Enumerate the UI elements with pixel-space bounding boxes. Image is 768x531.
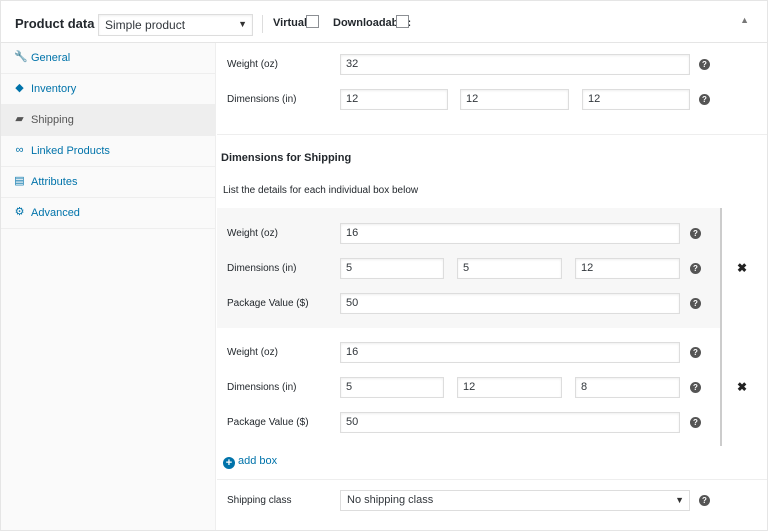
box-value-label: Package Value ($): [227, 417, 309, 428]
help-icon[interactable]: ?: [690, 417, 701, 428]
help-icon[interactable]: ?: [699, 495, 710, 506]
box-weight-input[interactable]: 16: [340, 223, 680, 244]
product-data-title: Product data —: [15, 16, 112, 31]
wrench-icon: 🔧: [14, 51, 28, 63]
tab-advanced[interactable]: ⚙ Advanced: [1, 198, 216, 229]
plus-circle-icon: +: [223, 457, 235, 469]
chevron-down-icon: ▼: [238, 19, 247, 29]
tab-inventory[interactable]: ◆ Inventory: [1, 74, 216, 105]
box-dimensions-label: Dimensions (in): [227, 382, 297, 393]
product-data-header: Product data — Simple product ▼ Virtual:…: [1, 1, 767, 43]
section-divider: [217, 479, 767, 480]
boxes-section-title: Dimensions for Shipping: [221, 152, 352, 164]
downloadable-checkbox[interactable]: [396, 15, 409, 28]
add-box-label: add box: [238, 455, 278, 467]
box-value-label: Package Value ($): [227, 298, 309, 309]
tab-linked-products[interactable]: ∞ Linked Products: [1, 136, 216, 167]
box-weight-label: Weight (oz): [227, 228, 278, 239]
link-icon: ∞: [15, 144, 24, 156]
tab-label: Attributes: [31, 176, 78, 188]
tab-label: Inventory: [31, 83, 77, 95]
weight-label: Weight (oz): [227, 59, 278, 70]
tag-icon: ◆: [15, 82, 24, 94]
box-width-input[interactable]: 12: [457, 377, 562, 398]
help-icon[interactable]: ?: [699, 94, 710, 105]
box-weight-input[interactable]: 16: [340, 342, 680, 363]
shipping-box: Weight (oz) 16 ? Dimensions (in) 5 12 8 …: [217, 328, 722, 446]
section-divider: [217, 134, 767, 135]
box-value-input[interactable]: 50: [340, 293, 680, 314]
length-input[interactable]: 12: [340, 89, 448, 110]
add-box-button[interactable]: + add box: [223, 455, 277, 469]
shipping-panel: Weight (oz) 32 ? Dimensions (in) 12 12 1…: [217, 43, 767, 530]
width-input[interactable]: 12: [460, 89, 569, 110]
help-icon[interactable]: ?: [690, 347, 701, 358]
shipping-class-value: No shipping class: [347, 494, 434, 506]
remove-box-icon[interactable]: ✖: [737, 261, 747, 275]
product-data-panel: Product data — Simple product ▼ Virtual:…: [0, 0, 768, 531]
product-type-value: Simple product: [105, 18, 186, 32]
virtual-checkbox[interactable]: [306, 15, 319, 28]
triangle-up-icon[interactable]: ▲: [740, 15, 749, 25]
tab-shipping[interactable]: ▰ Shipping: [1, 105, 216, 136]
box-width-input[interactable]: 5: [457, 258, 562, 279]
dimensions-label: Dimensions (in): [227, 94, 297, 105]
box-weight-label: Weight (oz): [227, 347, 278, 358]
gear-icon: ⚙: [14, 206, 25, 218]
tab-label: Linked Products: [31, 145, 110, 157]
tab-attributes[interactable]: ▤ Attributes: [1, 167, 216, 198]
shipping-class-label: Shipping class: [227, 495, 292, 506]
chevron-down-icon: ▼: [675, 495, 684, 505]
weight-input[interactable]: 32: [340, 54, 690, 75]
shipping-class-select[interactable]: No shipping class ▼: [340, 490, 690, 511]
box-length-input[interactable]: 5: [340, 377, 444, 398]
boxes-section-description: List the details for each individual box…: [223, 185, 419, 196]
header-divider: [262, 15, 263, 33]
height-input[interactable]: 12: [582, 89, 690, 110]
box-height-input[interactable]: 8: [575, 377, 680, 398]
box-dimensions-label: Dimensions (in): [227, 263, 297, 274]
help-icon[interactable]: ?: [690, 298, 701, 309]
help-icon[interactable]: ?: [690, 263, 701, 274]
help-icon[interactable]: ?: [690, 382, 701, 393]
help-icon[interactable]: ?: [699, 59, 710, 70]
box-height-input[interactable]: 12: [575, 258, 680, 279]
product-data-tabs: 🔧 General ◆ Inventory ▰ Shipping ∞ Linke…: [1, 43, 216, 530]
box-value-input[interactable]: 50: [340, 412, 680, 433]
truck-icon: ▰: [15, 113, 24, 125]
tab-label: Advanced: [31, 207, 80, 219]
tab-label: Shipping: [31, 114, 74, 126]
product-type-select[interactable]: Simple product ▼: [98, 14, 253, 36]
shipping-box: Weight (oz) 16 ? Dimensions (in) 5 5 12 …: [217, 208, 722, 328]
tab-general[interactable]: 🔧 General: [1, 43, 216, 74]
tab-label: General: [31, 52, 71, 64]
remove-box-icon[interactable]: ✖: [737, 380, 747, 394]
help-icon[interactable]: ?: [690, 228, 701, 239]
list-icon: ▤: [14, 175, 25, 187]
box-length-input[interactable]: 5: [340, 258, 444, 279]
